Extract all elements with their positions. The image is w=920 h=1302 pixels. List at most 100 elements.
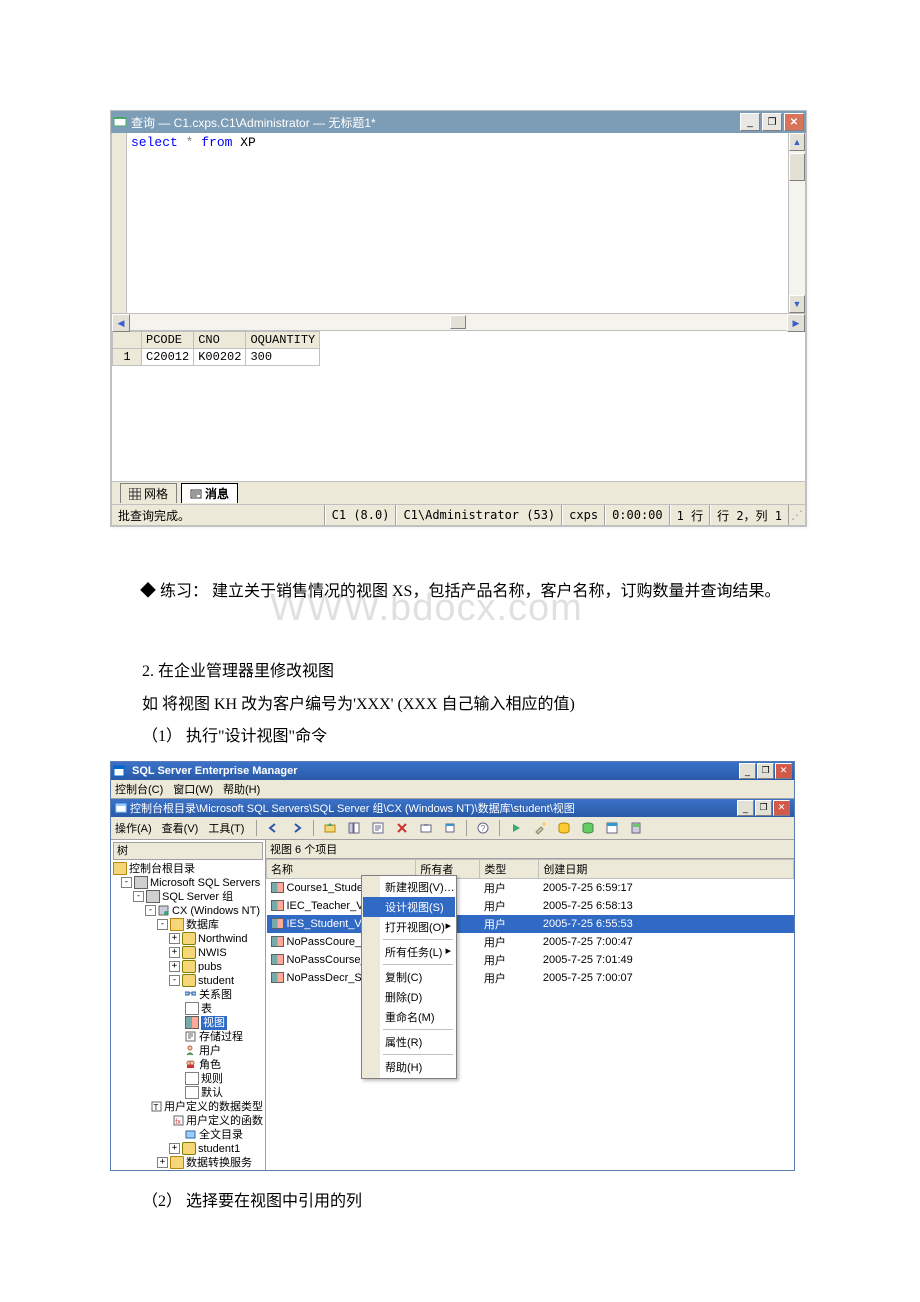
- col-header[interactable]: PCODE: [142, 332, 194, 349]
- maximize-button[interactable]: ❐: [757, 763, 774, 779]
- child-restore-button[interactable]: ❐: [755, 800, 772, 816]
- tree-item[interactable]: 控制台根目录: [129, 862, 195, 876]
- ctx-copy[interactable]: 复制(C): [363, 967, 455, 987]
- col-header[interactable]: 创建日期: [539, 859, 794, 878]
- tree-item[interactable]: 角色: [199, 1058, 221, 1072]
- tree-item[interactable]: student: [198, 974, 234, 988]
- tree-item[interactable]: 表: [201, 1002, 212, 1016]
- tree-item[interactable]: 默认: [201, 1086, 223, 1100]
- delete-icon[interactable]: [392, 818, 412, 838]
- help-icon[interactable]: ?: [473, 818, 493, 838]
- show-hide-icon[interactable]: [344, 818, 364, 838]
- tree-item[interactable]: CX (Windows NT): [172, 904, 260, 918]
- col-header[interactable]: CNO: [194, 332, 246, 349]
- resize-grip-icon[interactable]: ⋰: [789, 508, 805, 522]
- menu-console[interactable]: 控制台(C): [115, 781, 163, 797]
- ctx-help[interactable]: 帮助(H): [363, 1057, 455, 1077]
- sql-editor[interactable]: select * from XP: [127, 133, 788, 313]
- scroll-left-icon[interactable]: ◀: [112, 314, 130, 332]
- tree-item[interactable]: 用户定义的数据类型: [164, 1100, 263, 1114]
- back-icon[interactable]: [263, 818, 283, 838]
- table-row[interactable]: Course1_Student_Viewdbo用户2005-7-25 6:59:…: [267, 878, 794, 897]
- child-close-button[interactable]: ✕: [773, 800, 790, 816]
- menu-help[interactable]: 帮助(H): [223, 781, 260, 797]
- tree-item[interactable]: 存储过程: [199, 1030, 243, 1044]
- tree-item[interactable]: Northwind: [198, 932, 248, 946]
- table-row[interactable]: NoPassCourse_Student用户2005-7-25 7:01:49: [267, 951, 794, 969]
- expand-icon[interactable]: +: [157, 1157, 168, 1168]
- tree-item[interactable]: 数据转换服务: [186, 1156, 252, 1170]
- grid-cell[interactable]: C20012: [142, 349, 194, 366]
- horizontal-scrollbar[interactable]: ◀ ▶: [111, 314, 806, 331]
- ctx-all-tasks[interactable]: 所有任务(L)▸: [363, 942, 455, 962]
- ctx-new-view[interactable]: 新建视图(V)…: [363, 877, 455, 897]
- scroll-track[interactable]: [789, 151, 805, 295]
- run-icon[interactable]: [506, 818, 526, 838]
- table-row-selected[interactable]: IES_Student_View用户2005-7-25 6:55:53: [267, 915, 794, 933]
- tree-item[interactable]: SQL Server 组: [162, 890, 233, 904]
- expand-icon[interactable]: +: [169, 1143, 180, 1154]
- scroll-right-icon[interactable]: ▶: [787, 314, 805, 332]
- maximize-button[interactable]: ❐: [762, 113, 782, 131]
- tree-item[interactable]: Microsoft SQL Servers: [150, 876, 260, 890]
- toolbar-action[interactable]: 操作(A): [115, 820, 152, 836]
- scroll-thumb[interactable]: [450, 315, 466, 329]
- new-query-icon[interactable]: [602, 818, 622, 838]
- tab-grid[interactable]: 网格: [120, 483, 177, 503]
- toolbar-view[interactable]: 查看(V): [162, 820, 199, 836]
- collapse-icon[interactable]: -: [133, 891, 144, 902]
- table-row[interactable]: IEC_Teacher_Viewdbo用户2005-7-25 6:58:13: [267, 897, 794, 915]
- properties-icon[interactable]: [368, 818, 388, 838]
- refresh-icon[interactable]: [416, 818, 436, 838]
- tree-item[interactable]: 用户: [199, 1044, 221, 1058]
- tree-item[interactable]: 关系图: [199, 988, 232, 1002]
- wizard-icon[interactable]: [530, 818, 550, 838]
- collapse-icon[interactable]: -: [169, 975, 180, 986]
- vertical-scrollbar[interactable]: ▲ ▼: [788, 133, 805, 313]
- collapse-icon[interactable]: -: [145, 905, 156, 916]
- col-header[interactable]: OQUANTITY: [246, 332, 320, 349]
- ctx-properties[interactable]: 属性(R): [363, 1032, 455, 1052]
- ctx-delete[interactable]: 删除(D): [363, 987, 455, 1007]
- ctx-rename[interactable]: 重命名(M): [363, 1007, 455, 1027]
- toolbar-tools[interactable]: 工具(T): [208, 820, 244, 836]
- minimize-button[interactable]: _: [739, 763, 756, 779]
- expand-icon[interactable]: +: [169, 961, 180, 972]
- minimize-button[interactable]: _: [740, 113, 760, 131]
- tab-messages[interactable]: 消息: [181, 483, 238, 503]
- tree-item[interactable]: 全文目录: [199, 1128, 243, 1142]
- scroll-thumb[interactable]: [789, 153, 805, 181]
- forward-icon[interactable]: [287, 818, 307, 838]
- grid-cell[interactable]: 300: [246, 349, 320, 366]
- grid-cell[interactable]: K00202: [194, 349, 246, 366]
- child-minimize-button[interactable]: _: [737, 800, 754, 816]
- scroll-up-icon[interactable]: ▲: [789, 133, 805, 151]
- tree-pane[interactable]: 树 控制台根目录 -Microsoft SQL Servers -SQL Ser…: [111, 840, 266, 1170]
- up-icon[interactable]: [320, 818, 340, 838]
- server-icon[interactable]: [626, 818, 646, 838]
- expand-icon[interactable]: +: [169, 947, 180, 958]
- collapse-icon[interactable]: -: [121, 877, 132, 888]
- export-icon[interactable]: [440, 818, 460, 838]
- tree-item[interactable]: 数据库: [186, 918, 219, 932]
- table-row[interactable]: NoPassCoure_Name_Vw用户2005-7-25 7:00:47: [267, 933, 794, 951]
- database-green-icon[interactable]: [578, 818, 598, 838]
- tree-item[interactable]: 规则: [201, 1072, 223, 1086]
- tree-item[interactable]: pubs: [198, 960, 222, 974]
- col-header[interactable]: 类型: [480, 859, 539, 878]
- tree-item[interactable]: student1: [198, 1142, 240, 1156]
- tree-item-selected[interactable]: 视图: [201, 1016, 227, 1030]
- close-button[interactable]: ✕: [784, 113, 804, 131]
- scroll-down-icon[interactable]: ▼: [789, 295, 805, 313]
- table-row[interactable]: NoPassDecr_Student_Vi用户2005-7-25 7:00:07: [267, 969, 794, 987]
- close-button[interactable]: ✕: [775, 763, 792, 779]
- ctx-open-view[interactable]: 打开视图(O)▸: [363, 917, 455, 937]
- ctx-design-view[interactable]: 设计视图(S): [363, 897, 455, 917]
- database-yellow-icon[interactable]: [554, 818, 574, 838]
- scroll-track[interactable]: [130, 314, 787, 330]
- tree-item[interactable]: 用户定义的函数: [186, 1114, 263, 1128]
- menu-window[interactable]: 窗口(W): [173, 781, 213, 797]
- tree-item[interactable]: NWIS: [198, 946, 227, 960]
- collapse-icon[interactable]: -: [157, 919, 168, 930]
- expand-icon[interactable]: +: [169, 933, 180, 944]
